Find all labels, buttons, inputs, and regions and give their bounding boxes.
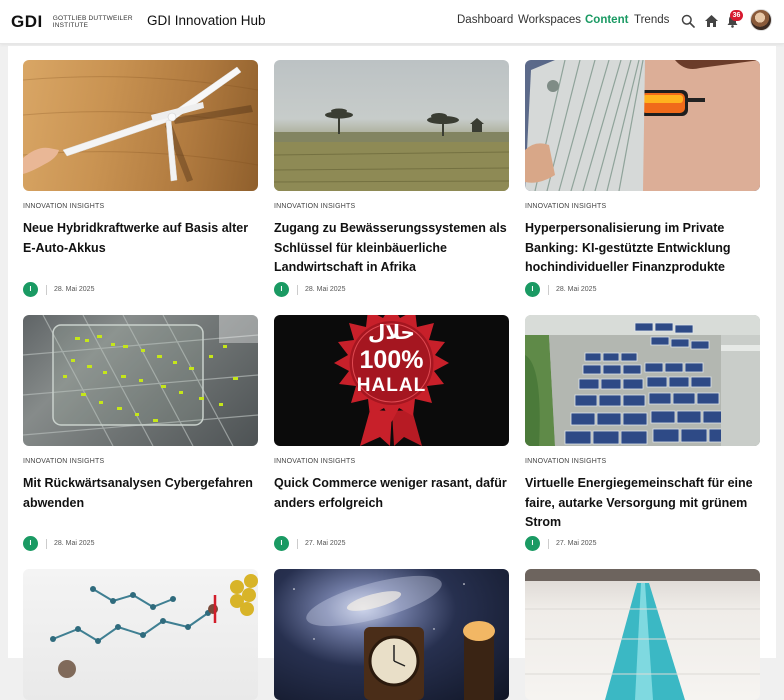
article-meta: I 28. Mai 2025 (23, 282, 94, 297)
article-date: 27. Mai 2025 (305, 540, 346, 547)
article-image-wind-turbine[interactable] (23, 60, 258, 191)
nav-dashboard[interactable]: Dashboard (457, 14, 513, 26)
article-category: INNOVATION INSIGHTS (525, 458, 607, 465)
logo-sub-line1: GOTTLIEB DUTTWEILER (52, 15, 133, 22)
logo-mark: GDI (11, 12, 43, 31)
article-category: INNOVATION INSIGHTS (274, 458, 356, 465)
logo-sub-line2: INSTITUTE (52, 22, 89, 29)
article-date: 28. Mai 2025 (556, 286, 597, 293)
app-title[interactable]: GDI Innovation Hub (147, 13, 266, 28)
meta-divider (46, 538, 47, 549)
author-avatar[interactable]: I (274, 536, 289, 551)
article-title[interactable]: Mit Rückwärtsanalysen Cybergefahren abwe… (23, 474, 258, 532)
article-meta: I 28. Mai 2025 (274, 282, 345, 297)
article-card[interactable]: حلال 100% HALAL INNOVATION INSIGHTS Quic… (274, 315, 509, 532)
article-meta: I 28. Mai 2025 (525, 282, 596, 297)
article-card[interactable]: INNOVATION INSIGHTS Neue Hybridkraftwerk… (23, 60, 258, 277)
halal-arabic: حلال (368, 320, 415, 344)
article-card[interactable] (525, 569, 760, 700)
article-image-money-fan[interactable] (525, 60, 760, 191)
article-category: INNOVATION INSIGHTS (23, 203, 105, 210)
article-image-solar-roof[interactable] (525, 315, 760, 446)
search-icon[interactable] (678, 11, 698, 31)
article-title[interactable]: Neue Hybridkraftwerke auf Basis alter E-… (23, 219, 258, 277)
article-title[interactable]: Virtuelle Energiegemeinschaft für eine f… (525, 474, 760, 532)
article-card[interactable] (274, 569, 509, 700)
article-card[interactable]: INNOVATION INSIGHTS Zugang zu Bewässerun… (274, 60, 509, 277)
author-avatar[interactable]: I (525, 536, 540, 551)
top-navbar: GDI GOTTLIEB DUTTWEILER INSTITUTE GDI In… (0, 0, 784, 44)
nav-trends[interactable]: Trends (634, 14, 669, 26)
meta-divider (297, 284, 298, 295)
article-title[interactable]: Zugang zu Bewässerungssystemen als Schlü… (274, 219, 509, 277)
article-image-circuit-board[interactable] (23, 315, 258, 446)
article-date: 28. Mai 2025 (54, 286, 95, 293)
content-grid: INNOVATION INSIGHTS Neue Hybridkraftwerk… (8, 46, 776, 700)
article-image-clock-galaxy[interactable] (274, 569, 509, 700)
notification-badge: 36 (730, 10, 743, 21)
article-category: INNOVATION INSIGHTS (274, 203, 356, 210)
article-meta: I 27. Mai 2025 (525, 536, 596, 551)
author-avatar[interactable]: I (23, 282, 38, 297)
author-avatar[interactable]: I (274, 282, 289, 297)
article-category: INNOVATION INSIGHTS (23, 458, 105, 465)
article-meta: I 27. Mai 2025 (274, 536, 345, 551)
gdi-logo[interactable]: GDI GOTTLIEB DUTTWEILER INSTITUTE (11, 12, 133, 32)
article-date: 28. Mai 2025 (305, 286, 346, 293)
article-image-savanna[interactable] (274, 60, 509, 191)
article-title[interactable]: Hyperpersonalisierung im Private Banking… (525, 219, 760, 277)
article-meta: I 28. Mai 2025 (23, 536, 94, 551)
author-avatar[interactable]: I (23, 536, 38, 551)
avatar[interactable] (750, 9, 772, 31)
author-avatar[interactable]: I (525, 282, 540, 297)
halal-word: HALAL (357, 375, 426, 396)
article-title[interactable]: Quick Commerce weniger rasant, dafür and… (274, 474, 509, 532)
meta-divider (548, 538, 549, 549)
article-image-salt-flat[interactable] (525, 569, 760, 700)
meta-divider (297, 538, 298, 549)
nav-content[interactable]: Content (585, 14, 628, 26)
article-date: 28. Mai 2025 (54, 540, 95, 547)
meta-divider (548, 284, 549, 295)
article-card[interactable]: INNOVATION INSIGHTS Mit Rückwärtsanalyse… (23, 315, 258, 532)
article-card[interactable]: INNOVATION INSIGHTS Virtuelle Energiegem… (525, 315, 760, 532)
article-category: INNOVATION INSIGHTS (525, 203, 607, 210)
article-card[interactable]: INNOVATION INSIGHTS Hyperpersonalisierun… (525, 60, 760, 277)
article-date: 27. Mai 2025 (556, 540, 597, 547)
nav-workspaces[interactable]: Workspaces (518, 14, 581, 26)
article-image-halal-badge[interactable]: حلال 100% HALAL (274, 315, 509, 446)
halal-percent: 100% (360, 346, 424, 374)
article-image-molecules[interactable] (23, 569, 258, 700)
article-card[interactable] (23, 569, 258, 700)
home-icon[interactable] (701, 11, 721, 31)
logo-subtitle: GOTTLIEB DUTTWEILER INSTITUTE (53, 15, 133, 29)
meta-divider (46, 284, 47, 295)
